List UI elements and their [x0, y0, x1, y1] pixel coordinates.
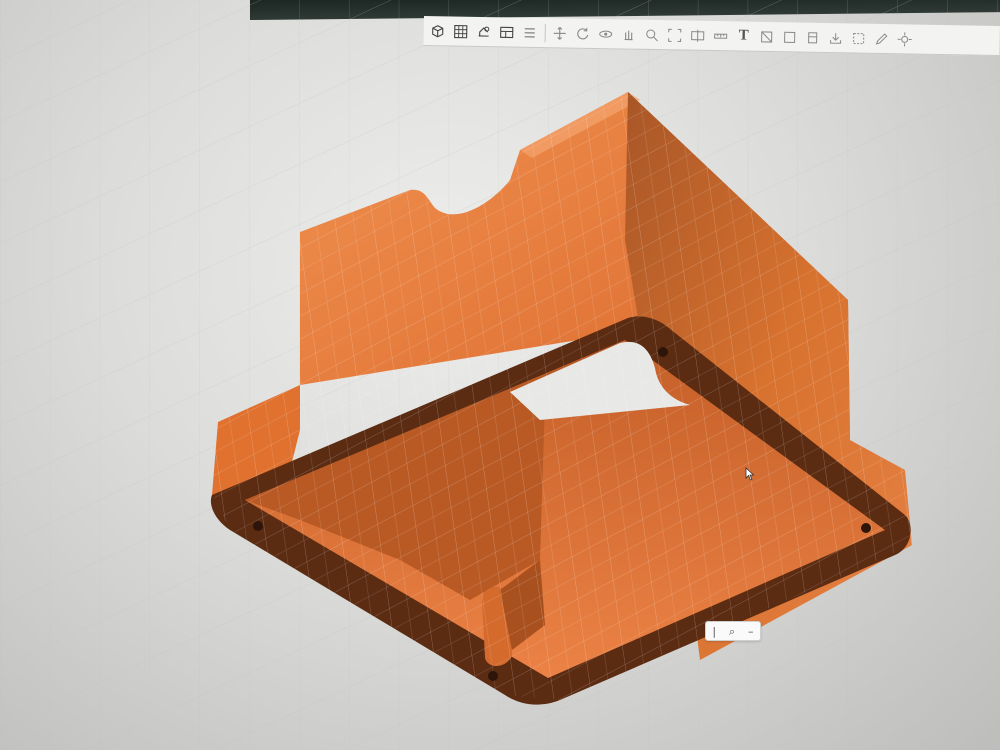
pan-button[interactable] — [619, 24, 639, 44]
navigation-control: | ⌕ – — [705, 621, 761, 641]
move-button[interactable] — [550, 23, 570, 43]
rotate-icon — [577, 27, 589, 39]
text-icon: T — [738, 27, 749, 44]
zoom-button[interactable] — [642, 24, 662, 44]
settings-icon — [897, 31, 912, 46]
display-settings-button[interactable] — [474, 21, 494, 41]
menu-button[interactable] — [520, 22, 540, 42]
mount-hole-top — [658, 347, 668, 357]
mount-hole-bottom — [488, 671, 498, 681]
display-settings-icon — [478, 26, 490, 37]
insert-button[interactable] — [826, 28, 846, 48]
select-icon — [853, 32, 865, 44]
pan-icon — [624, 30, 633, 40]
nav-zoom-button[interactable]: ⌕ — [729, 626, 735, 637]
construct-button[interactable] — [780, 27, 800, 47]
fit-icon — [668, 28, 682, 42]
section-button[interactable] — [688, 25, 708, 45]
select-button[interactable] — [849, 28, 869, 48]
cube-icon — [432, 24, 444, 37]
mouse-cursor-icon — [745, 467, 755, 481]
layout-button[interactable] — [497, 22, 517, 42]
construct-icon — [784, 31, 796, 43]
rotate-button[interactable] — [573, 23, 593, 43]
nav-handle-button[interactable]: | — [712, 626, 716, 637]
mount-hole-right — [861, 523, 871, 533]
inspect-button[interactable] — [803, 27, 823, 47]
sketch-button[interactable] — [757, 26, 777, 46]
orbit-button[interactable] — [596, 24, 616, 44]
sketch-icon — [761, 30, 773, 43]
nav-collapse-button[interactable]: – — [748, 626, 754, 637]
grid-button[interactable] — [451, 21, 471, 41]
pencil-button[interactable] — [872, 28, 892, 48]
view-cube-button[interactable] — [428, 21, 448, 41]
inspect-icon — [808, 31, 818, 43]
insert-icon — [830, 32, 842, 44]
layout-icon — [500, 26, 514, 38]
zoom-icon — [646, 28, 658, 41]
canvas-viewport[interactable]: T | ⌕ – — [0, 0, 1000, 750]
grid-icon — [454, 24, 468, 38]
section-icon — [691, 29, 705, 42]
model-scene[interactable] — [0, 0, 1000, 750]
orbit-icon — [599, 30, 613, 38]
menu-icon — [524, 27, 535, 38]
settings-button[interactable] — [895, 29, 915, 49]
text-button[interactable]: T — [734, 26, 754, 46]
pencil-icon — [875, 32, 888, 45]
toolbar-divider — [544, 23, 546, 42]
fit-button[interactable] — [665, 25, 685, 45]
mount-hole-left — [253, 521, 263, 531]
move-icon — [553, 26, 566, 40]
measure-button[interactable] — [711, 26, 731, 46]
measure-icon — [714, 33, 728, 39]
